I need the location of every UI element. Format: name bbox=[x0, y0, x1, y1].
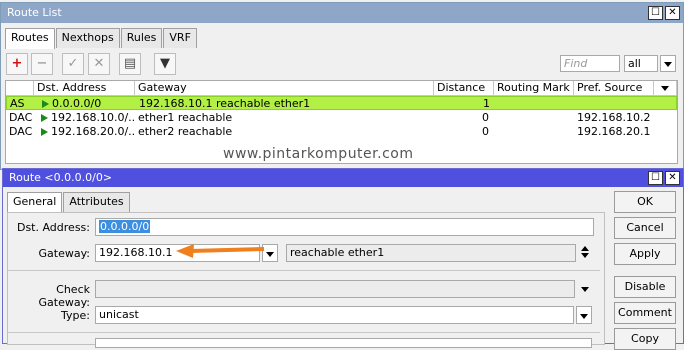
row-dst-text: 192.168.20.0/... bbox=[51, 125, 135, 138]
route-dialog-titlebar: Route <0.0.0.0/0> bbox=[3, 169, 683, 187]
gateway-label: Gateway: bbox=[38, 247, 91, 260]
copy-button[interactable]: Copy bbox=[614, 328, 676, 350]
col-dst-header[interactable]: Dst. Address bbox=[34, 81, 135, 96]
row-pref: 192.168.20.1 bbox=[577, 125, 651, 138]
col-gateway-header[interactable]: Gateway bbox=[135, 81, 434, 96]
table-row[interactable]: DAC 192.168.10.0/... ether1 reachable 0 … bbox=[6, 111, 677, 125]
row-dst-text: 192.168.10.0/... bbox=[51, 111, 135, 124]
ok-button[interactable]: OK bbox=[614, 191, 676, 213]
dst-address-value: 0.0.0.0/0 bbox=[99, 220, 151, 233]
row-pref bbox=[575, 97, 655, 111]
filter-select-arrow[interactable] bbox=[660, 55, 676, 72]
row-mark bbox=[494, 125, 574, 139]
tab-attributes[interactable]: Attributes bbox=[63, 192, 130, 212]
row-flags: DAC bbox=[9, 111, 33, 124]
row-dst-text: 0.0.0.0/0 bbox=[52, 97, 102, 110]
row-distance: 1 bbox=[483, 97, 490, 110]
route-dialog-tabs: General Attributes bbox=[7, 192, 131, 213]
comment-button[interactable]: ▤ bbox=[119, 53, 141, 75]
columns-menu-button[interactable] bbox=[654, 81, 677, 96]
chevron-down-icon[interactable] bbox=[581, 287, 589, 292]
gateway-add-remove-icon[interactable] bbox=[580, 246, 590, 260]
form-separator bbox=[8, 332, 600, 333]
tab-nexthops[interactable]: Nexthops bbox=[55, 28, 120, 48]
flag-icon bbox=[42, 100, 49, 108]
add-button[interactable]: + bbox=[6, 53, 28, 75]
disable-button[interactable]: ✕ bbox=[88, 53, 110, 75]
check-gateway-field[interactable] bbox=[95, 280, 575, 298]
type-dropdown-button[interactable] bbox=[576, 306, 592, 324]
route-list-title: Route List bbox=[7, 6, 62, 19]
route-dialog-title: Route <0.0.0.0/0> bbox=[9, 171, 113, 184]
dst-address-label: Dst. Address: bbox=[16, 221, 90, 234]
close-icon[interactable]: ✕ bbox=[665, 6, 680, 20]
tab-routes[interactable]: Routes bbox=[5, 28, 55, 49]
close-icon[interactable]: ✕ bbox=[665, 171, 680, 185]
tab-general[interactable]: General bbox=[7, 192, 63, 213]
check-gateway-label: Check Gateway: bbox=[38, 283, 91, 309]
chevron-down-icon bbox=[664, 62, 672, 67]
table-row[interactable]: DAC 192.168.20.0/... ether2 reachable 0 … bbox=[6, 125, 677, 139]
row-distance: 0 bbox=[482, 125, 489, 138]
row-dst: 0.0.0.0/0 bbox=[39, 97, 136, 111]
col-routing-mark-header[interactable]: Routing Mark bbox=[494, 81, 574, 96]
row-gateway: ether1 reachable bbox=[138, 111, 233, 124]
tab-rules[interactable]: Rules bbox=[120, 28, 163, 48]
row-pref: 192.168.10.2 bbox=[577, 111, 651, 124]
flag-icon bbox=[41, 128, 48, 136]
row-dst: 192.168.10.0/... bbox=[38, 111, 135, 125]
type-label: Type: bbox=[61, 309, 90, 322]
enable-button[interactable]: ✓ bbox=[62, 53, 84, 75]
row-mark bbox=[494, 111, 574, 125]
tab-vrf[interactable]: VRF bbox=[163, 28, 197, 48]
dst-address-field[interactable]: 0.0.0.0/0 bbox=[95, 218, 594, 236]
apply-button[interactable]: Apply bbox=[614, 243, 676, 265]
watermark-text: www.pintarkomputer.com bbox=[223, 146, 414, 162]
maximize-icon[interactable]: ☐ bbox=[648, 171, 663, 185]
maximize-icon[interactable]: ☐ bbox=[648, 6, 663, 20]
row-gateway: ether2 reachable bbox=[138, 125, 233, 138]
chevron-down-icon bbox=[266, 252, 274, 257]
find-input[interactable]: Find bbox=[560, 55, 620, 72]
route-list-tabs: Routes Nexthops Rules VRF bbox=[5, 28, 198, 49]
down-arrow-icon bbox=[581, 253, 589, 258]
flag-icon bbox=[41, 114, 48, 122]
cancel-button[interactable]: Cancel bbox=[614, 217, 676, 239]
chevron-down-icon bbox=[580, 314, 588, 319]
row-distance: 0 bbox=[482, 111, 489, 124]
col-flags-header[interactable] bbox=[6, 81, 34, 96]
annotation-arrow-icon bbox=[176, 244, 265, 258]
filter-button[interactable]: ▼ bbox=[154, 53, 176, 75]
routes-table: Dst. Address Gateway Distance Routing Ma… bbox=[5, 80, 678, 164]
form-separator bbox=[8, 270, 600, 271]
row-dst: 192.168.20.0/... bbox=[38, 125, 135, 139]
gateway-status-field: reachable ether1 bbox=[286, 244, 576, 262]
filter-select[interactable]: all bbox=[624, 55, 658, 72]
next-field[interactable] bbox=[95, 338, 592, 348]
remove-button[interactable]: − bbox=[31, 53, 53, 75]
row-flags: AS bbox=[10, 97, 25, 110]
col-distance-header[interactable]: Distance bbox=[434, 81, 494, 96]
disable-button[interactable]: Disable bbox=[614, 276, 676, 298]
type-field[interactable]: unicast bbox=[95, 306, 574, 324]
row-gateway: 192.168.10.1 reachable ether1 bbox=[139, 97, 311, 110]
col-pref-source-header[interactable]: Pref. Source bbox=[574, 81, 654, 96]
comment-button[interactable]: Comment bbox=[614, 302, 676, 324]
row-flags: DAC bbox=[9, 125, 33, 138]
row-mark bbox=[495, 97, 575, 111]
up-arrow-icon bbox=[581, 246, 589, 251]
table-row[interactable]: AS 0.0.0.0/0 192.168.10.1 reachable ethe… bbox=[6, 96, 677, 110]
chevron-down-icon bbox=[661, 86, 669, 91]
route-list-titlebar: Route List bbox=[1, 3, 683, 23]
